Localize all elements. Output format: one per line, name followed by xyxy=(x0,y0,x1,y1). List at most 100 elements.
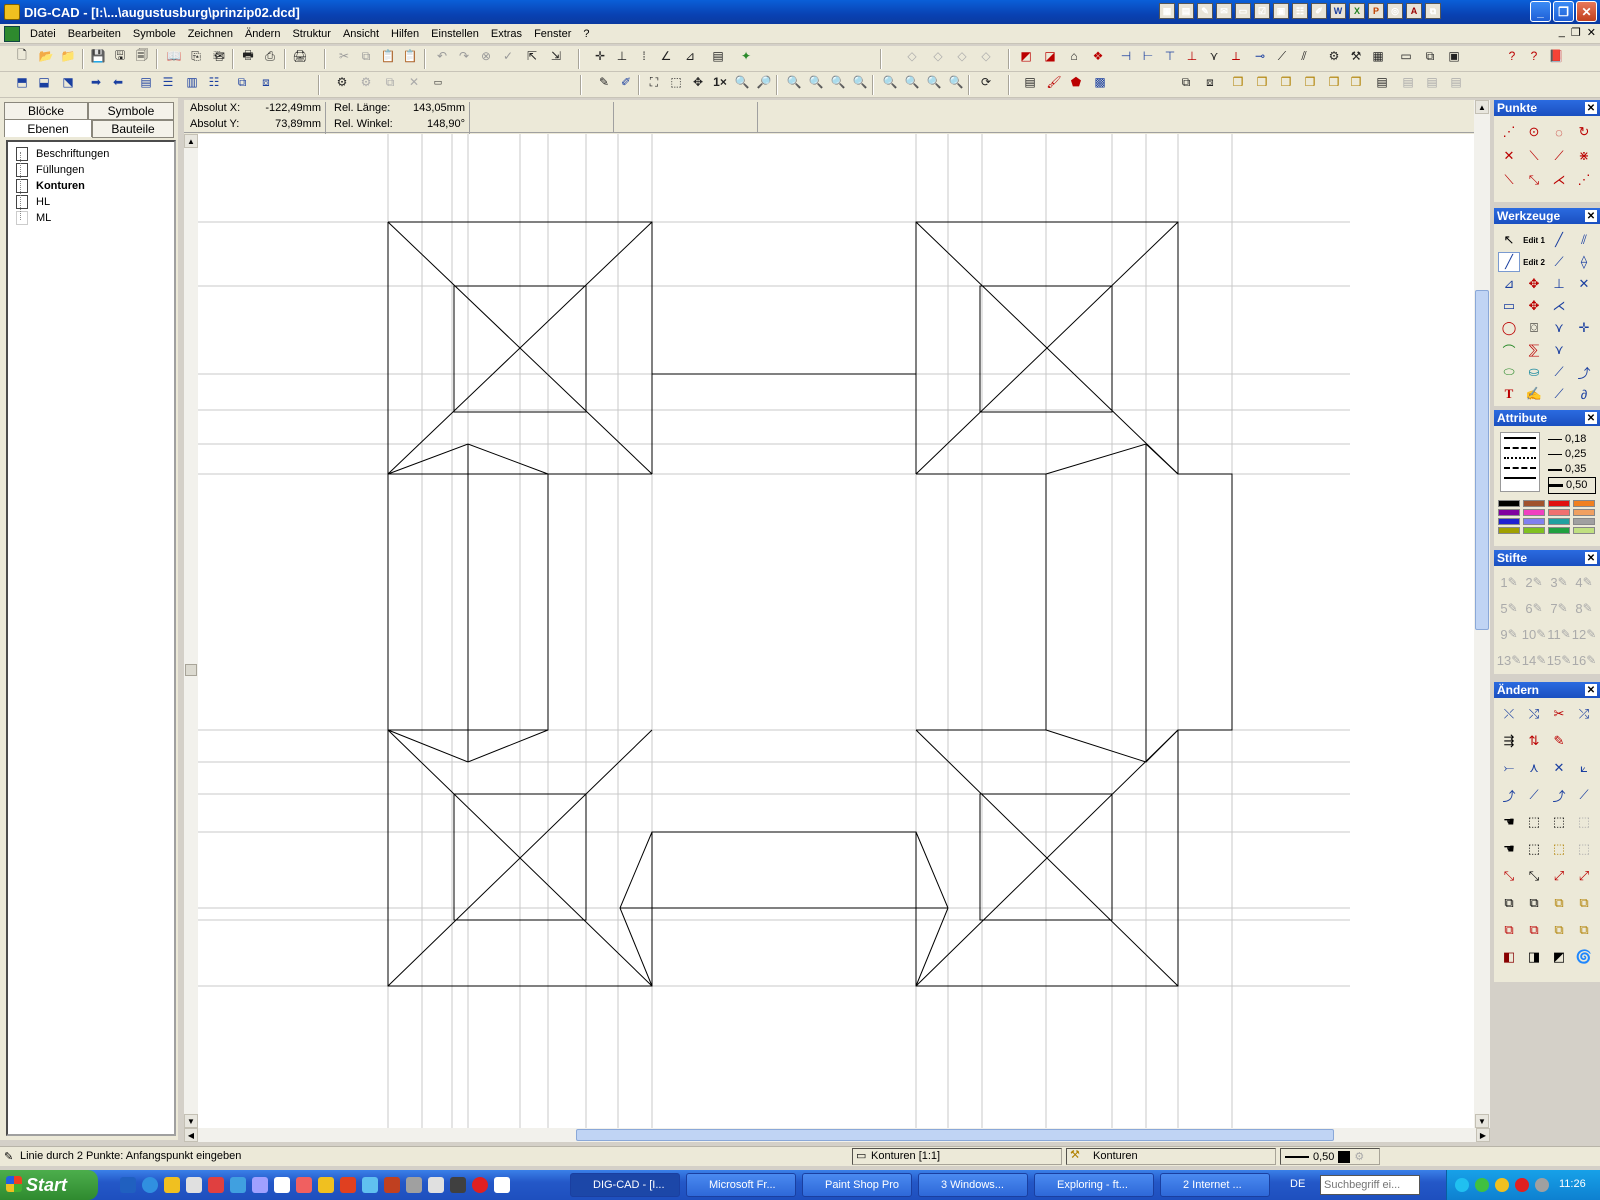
zoom-4-icon[interactable]: 🔍 xyxy=(850,72,870,92)
dim-chain-icon[interactable]: ✥ xyxy=(1523,296,1545,316)
context-help-icon[interactable]: ? xyxy=(1502,46,1522,66)
window-split-icon[interactable]: ⧉ xyxy=(1420,46,1440,66)
task-microsoft[interactable]: Microsoft Fr... xyxy=(686,1173,796,1197)
layer-up-icon[interactable]: ⬒ xyxy=(12,72,32,92)
tab-ebenen[interactable]: Ebenen xyxy=(4,119,92,137)
tab-symbole[interactable]: Symbole xyxy=(88,102,174,120)
color-swatch[interactable] xyxy=(1498,500,1520,507)
array-3-icon[interactable]: ⧉ xyxy=(1548,893,1570,913)
part-4-icon[interactable]: ❒ xyxy=(1300,72,1320,92)
line-2pt-icon[interactable]: ╱ xyxy=(1498,252,1520,272)
curve-icon[interactable]: ∂ xyxy=(1573,384,1595,404)
snap6-icon[interactable]: ⟂ xyxy=(1226,46,1246,66)
layer-item[interactable]: HL xyxy=(16,195,50,209)
access-icon[interactable]: A xyxy=(1406,3,1422,19)
pen-button[interactable]: 5 ✎ xyxy=(1498,598,1520,618)
menu-help[interactable]: ? xyxy=(577,28,595,40)
snap8-icon[interactable]: ⟋ xyxy=(1272,46,1292,66)
block-copy-icon[interactable]: ⧉ xyxy=(1176,72,1196,92)
part-1-icon[interactable]: ❒ xyxy=(1228,72,1248,92)
perp-line-icon[interactable]: ⊥ xyxy=(1548,274,1570,294)
quicklaunch-13-icon[interactable] xyxy=(384,1177,400,1193)
snap5-icon[interactable]: ⋎ xyxy=(1204,46,1224,66)
quicklaunch-11-icon[interactable] xyxy=(340,1177,356,1193)
spiral-icon[interactable]: 🌀 xyxy=(1573,947,1595,967)
camera-icon[interactable]: ⌼ xyxy=(1523,318,1545,338)
edit2-icon[interactable]: Edit 2 xyxy=(1523,252,1545,272)
table-icon[interactable]: ▦ xyxy=(1368,46,1388,66)
quicklaunch-18-icon[interactable] xyxy=(494,1177,510,1193)
pen-button[interactable]: 14 ✎ xyxy=(1522,650,1547,670)
align-icon[interactable]: ▤ xyxy=(136,72,156,92)
3d-tool2-icon[interactable]: ◪ xyxy=(1040,46,1060,66)
text-block-icon[interactable]: ⅀ xyxy=(1523,340,1545,360)
excel-icon[interactable]: X xyxy=(1349,3,1365,19)
scroll-down-icon[interactable]: ▼ xyxy=(184,1114,198,1128)
split-line-icon[interactable]: ⤚ xyxy=(1498,758,1520,778)
layer-item[interactable]: Beschriftungen xyxy=(16,147,109,161)
menu-extras[interactable]: Extras xyxy=(485,28,528,40)
extend-icon[interactable]: ⤭ xyxy=(1523,704,1545,724)
pan-icon[interactable]: ✥ xyxy=(688,72,708,92)
menu-hilfen[interactable]: Hilfen xyxy=(385,28,425,40)
color-swatch[interactable] xyxy=(1548,500,1570,507)
scale-icon[interactable]: ⤢ xyxy=(1548,866,1570,886)
snap4-icon[interactable]: ⊥ xyxy=(1182,46,1202,66)
corner-icon[interactable]: ⟀ xyxy=(1573,758,1595,778)
color-swatch[interactable] xyxy=(1573,518,1595,525)
ellipse-icon[interactable]: ⬭ xyxy=(1498,362,1520,382)
cylinder-icon[interactable]: ⛀ xyxy=(1523,362,1545,382)
measure-icon[interactable]: ⊿ xyxy=(680,46,700,66)
redo-icon[interactable]: ↷ xyxy=(454,46,474,66)
color-swatch[interactable] xyxy=(1548,518,1570,525)
stretch-icon[interactable]: ⤮ xyxy=(1573,704,1595,724)
ortho-icon[interactable]: ⊥ xyxy=(612,46,632,66)
fillet-icon[interactable]: ⤴ xyxy=(1573,362,1595,382)
menu-ansicht[interactable]: Ansicht xyxy=(337,28,385,40)
new-file-icon[interactable]: 🗋 xyxy=(12,46,32,66)
task-internet[interactable]: 2 Internet ... xyxy=(1160,1173,1270,1197)
paste-icon[interactable]: 📋 xyxy=(378,46,398,66)
task-digcad[interactable]: DIG-CAD - [I... xyxy=(570,1173,680,1197)
pen-button[interactable]: 13 ✎ xyxy=(1497,650,1522,670)
quicklaunch-12-icon[interactable] xyxy=(362,1177,378,1193)
angle-line-icon[interactable]: ⟠ xyxy=(1573,252,1595,272)
check-icon[interactable]: ☑ xyxy=(1254,3,1270,19)
3d-tool1-icon[interactable]: ◩ xyxy=(1016,46,1036,66)
quicklaunch-15-icon[interactable] xyxy=(428,1177,444,1193)
menu-zeichnen[interactable]: Zeichnen xyxy=(182,28,239,40)
drawing-canvas[interactable] xyxy=(198,134,1474,1128)
endpoint-icon[interactable]: ⟍ xyxy=(1523,146,1545,166)
tangent-line-icon[interactable]: ⋎ xyxy=(1548,318,1570,338)
project-icon[interactable]: ◎ xyxy=(1387,3,1403,19)
select-ghost-icon[interactable]: ⬚ xyxy=(1573,812,1595,832)
note-icon[interactable]: ✐ xyxy=(1311,3,1327,19)
pen-button[interactable]: 6 ✎ xyxy=(1523,598,1545,618)
vertical-scrollbar[interactable]: ▲ ▼ xyxy=(1474,100,1490,1128)
confirm-icon[interactable]: ✓ xyxy=(498,46,518,66)
rotate-copy-icon[interactable]: ⤡ xyxy=(1523,866,1545,886)
layers-icon[interactable]: ▤ xyxy=(708,46,728,66)
spline-icon[interactable]: ⟋ xyxy=(1548,384,1570,404)
cross-line-icon[interactable]: ✕ xyxy=(1573,274,1595,294)
pen-button[interactable]: 1 ✎ xyxy=(1498,572,1520,592)
pen-button[interactable]: 16 ✎ xyxy=(1572,650,1597,670)
help-icon[interactable]: ? xyxy=(1524,46,1544,66)
arc-point-icon[interactable]: ↻ xyxy=(1573,122,1595,142)
book-icon[interactable]: 📖 xyxy=(164,46,184,66)
line-tool-icon[interactable]: ╱ xyxy=(1548,230,1570,250)
import-icon[interactable]: ⎘ xyxy=(186,46,206,66)
palette-close-icon[interactable]: ✕ xyxy=(1585,552,1597,564)
chamfer-icon[interactable]: ⟋ xyxy=(1548,362,1570,382)
quicklaunch-16-icon[interactable] xyxy=(450,1177,466,1193)
select-box-icon[interactable]: ⬚ xyxy=(1523,812,1545,832)
angle-snap-icon[interactable]: ∠ xyxy=(656,46,676,66)
start-button[interactable]: Start xyxy=(0,1170,98,1200)
drawing-svg[interactable] xyxy=(198,134,1474,1128)
pen-button[interactable]: 2 ✎ xyxy=(1523,572,1545,592)
pen-button[interactable]: 4 ✎ xyxy=(1573,572,1595,592)
arrow-left-icon[interactable]: ⬅ xyxy=(108,72,128,92)
tangent-icon[interactable]: ⤡ xyxy=(1523,170,1545,190)
scale-copy-icon[interactable]: ⤢ xyxy=(1573,866,1595,886)
part-5-icon[interactable]: ❒ xyxy=(1324,72,1344,92)
